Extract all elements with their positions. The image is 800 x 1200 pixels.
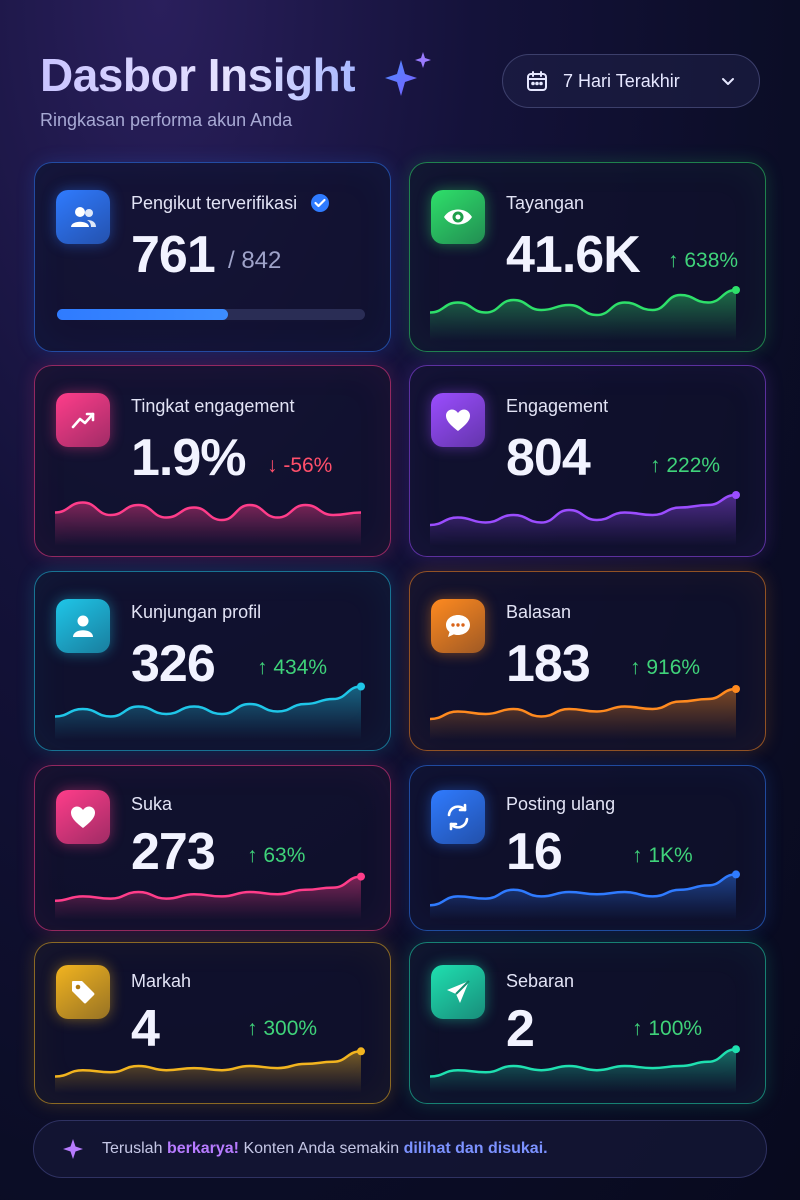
- sparkle-icon: [385, 52, 431, 96]
- card-total: / 842: [228, 247, 282, 274]
- card-delta: ↑ 100%: [632, 1017, 703, 1040]
- footer-banner: Teruslah berkarya! Konten Anda semakin d…: [33, 1120, 767, 1178]
- date-range-dropdown[interactable]: 7 Hari Terakhir: [502, 54, 760, 108]
- header: Dasbor Insight Ringkasan performa akun A…: [40, 48, 760, 138]
- send-icon: [447, 980, 470, 1003]
- footer-highlight-1: berkarya!: [166, 1140, 239, 1157]
- icon-box: [56, 790, 110, 844]
- date-range-label: 7 Hari Terakhir: [563, 70, 680, 91]
- card-engagement-rate[interactable]: Tingkat engagement 1.9% ↓ -56%: [34, 365, 391, 557]
- page-title: Dasbor Insight: [40, 49, 356, 101]
- card-reposts[interactable]: Posting ulang 16 ↑ 1K%: [409, 765, 766, 931]
- card-engagement[interactable]: Engagement 804 ↑ 222%: [409, 365, 766, 557]
- sparkle-icon: [63, 1139, 83, 1159]
- sparkline-endpoint: [732, 491, 740, 499]
- chevron-down-icon: [722, 78, 734, 85]
- card-shares[interactable]: Sebaran 2 ↑ 100%: [409, 942, 766, 1104]
- sparkline-endpoint: [732, 685, 740, 693]
- progress-bar: [57, 309, 365, 320]
- heart-icon: [71, 806, 95, 828]
- trending-up-icon: [71, 412, 95, 429]
- card-label: Sebaran: [506, 971, 575, 991]
- eye-icon: [444, 209, 472, 225]
- page-subtitle: Ringkasan performa akun Anda: [40, 110, 293, 130]
- repost-icon: [447, 803, 469, 831]
- footer-highlight-2: dilihat dan disukai.: [403, 1140, 548, 1157]
- progress-fill: [57, 309, 228, 320]
- card-label: Tingkat engagement: [131, 396, 295, 416]
- card-delta: ↑ 300%: [247, 1017, 318, 1040]
- card-label: Tayangan: [506, 193, 585, 213]
- user-icon: [73, 615, 93, 637]
- card-delta: ↓ -56%: [267, 454, 333, 477]
- icon-box: [56, 599, 110, 653]
- card-label: Markah: [131, 971, 192, 991]
- card-label: Kunjungan profil: [131, 602, 262, 622]
- card-verified-followers[interactable]: Pengikut terverifikasi 761 / 842: [34, 162, 391, 352]
- sparkline: [55, 872, 365, 920]
- footer-prefix: Teruslah: [102, 1140, 163, 1157]
- card-value: 804: [506, 429, 591, 487]
- card-replies[interactable]: Balasan 183 ↑ 916%: [409, 571, 766, 751]
- sparkline: [430, 1045, 740, 1093]
- card-value: 41.6K: [506, 226, 641, 284]
- heart-icon: [446, 409, 470, 431]
- sparkline: [55, 682, 365, 740]
- card-label: Suka: [131, 794, 173, 814]
- sparkline: [430, 685, 740, 740]
- card-bookmarks[interactable]: Markah 4 ↑ 300%: [34, 942, 391, 1104]
- chat-bubble-icon: [446, 615, 470, 637]
- sparkline: [430, 286, 740, 341]
- card-views[interactable]: Tayangan 41.6K ↑ 638%: [409, 162, 766, 352]
- icon-box: [431, 393, 485, 447]
- footer-middle: Konten Anda semakin: [243, 1140, 400, 1157]
- card-label: Posting ulang: [506, 794, 616, 814]
- sparkline: [430, 870, 740, 920]
- card-value: 1.9%: [131, 429, 247, 487]
- sparkline: [55, 1047, 365, 1093]
- calendar-icon: [527, 71, 547, 91]
- icon-box: [56, 965, 110, 1019]
- icon-box: [56, 190, 110, 244]
- footer-message: Teruslah berkarya! Konten Anda semakin d…: [102, 1140, 548, 1158]
- icon-box: [431, 965, 485, 1019]
- card-likes[interactable]: Suka 273 ↑ 63%: [34, 765, 391, 931]
- card-delta: ↑ 434%: [257, 656, 328, 679]
- icon-box: [56, 393, 110, 447]
- card-delta: ↑ 638%: [668, 249, 739, 272]
- card-label: Pengikut terverifikasi: [131, 193, 298, 213]
- sparkline-endpoint: [357, 682, 365, 691]
- card-profile-visits[interactable]: Kunjungan profil 326 ↑ 434%: [34, 571, 391, 751]
- users-icon: [71, 207, 96, 227]
- icon-box: [431, 790, 485, 844]
- card-label: Engagement: [506, 396, 609, 416]
- sparkline-endpoint: [357, 1047, 365, 1056]
- sparkline-endpoint: [732, 870, 740, 879]
- sparkline-endpoint: [357, 872, 365, 881]
- card-label: Balasan: [506, 602, 572, 622]
- sparkline-area: [55, 502, 361, 546]
- card-value: 761: [131, 226, 216, 284]
- sparkline: [430, 491, 740, 546]
- sparkline: [55, 501, 362, 546]
- card-delta: ↑ 916%: [630, 656, 701, 679]
- sparkline-area: [55, 686, 361, 740]
- card-delta: ↑ 222%: [650, 454, 721, 477]
- verified-badge-icon: [311, 194, 329, 212]
- sparkline-endpoint: [732, 286, 740, 294]
- tag-icon: [72, 981, 95, 1004]
- sparkline-endpoint: [732, 1045, 740, 1054]
- icon-box: [431, 599, 485, 653]
- icon-box: [431, 190, 485, 244]
